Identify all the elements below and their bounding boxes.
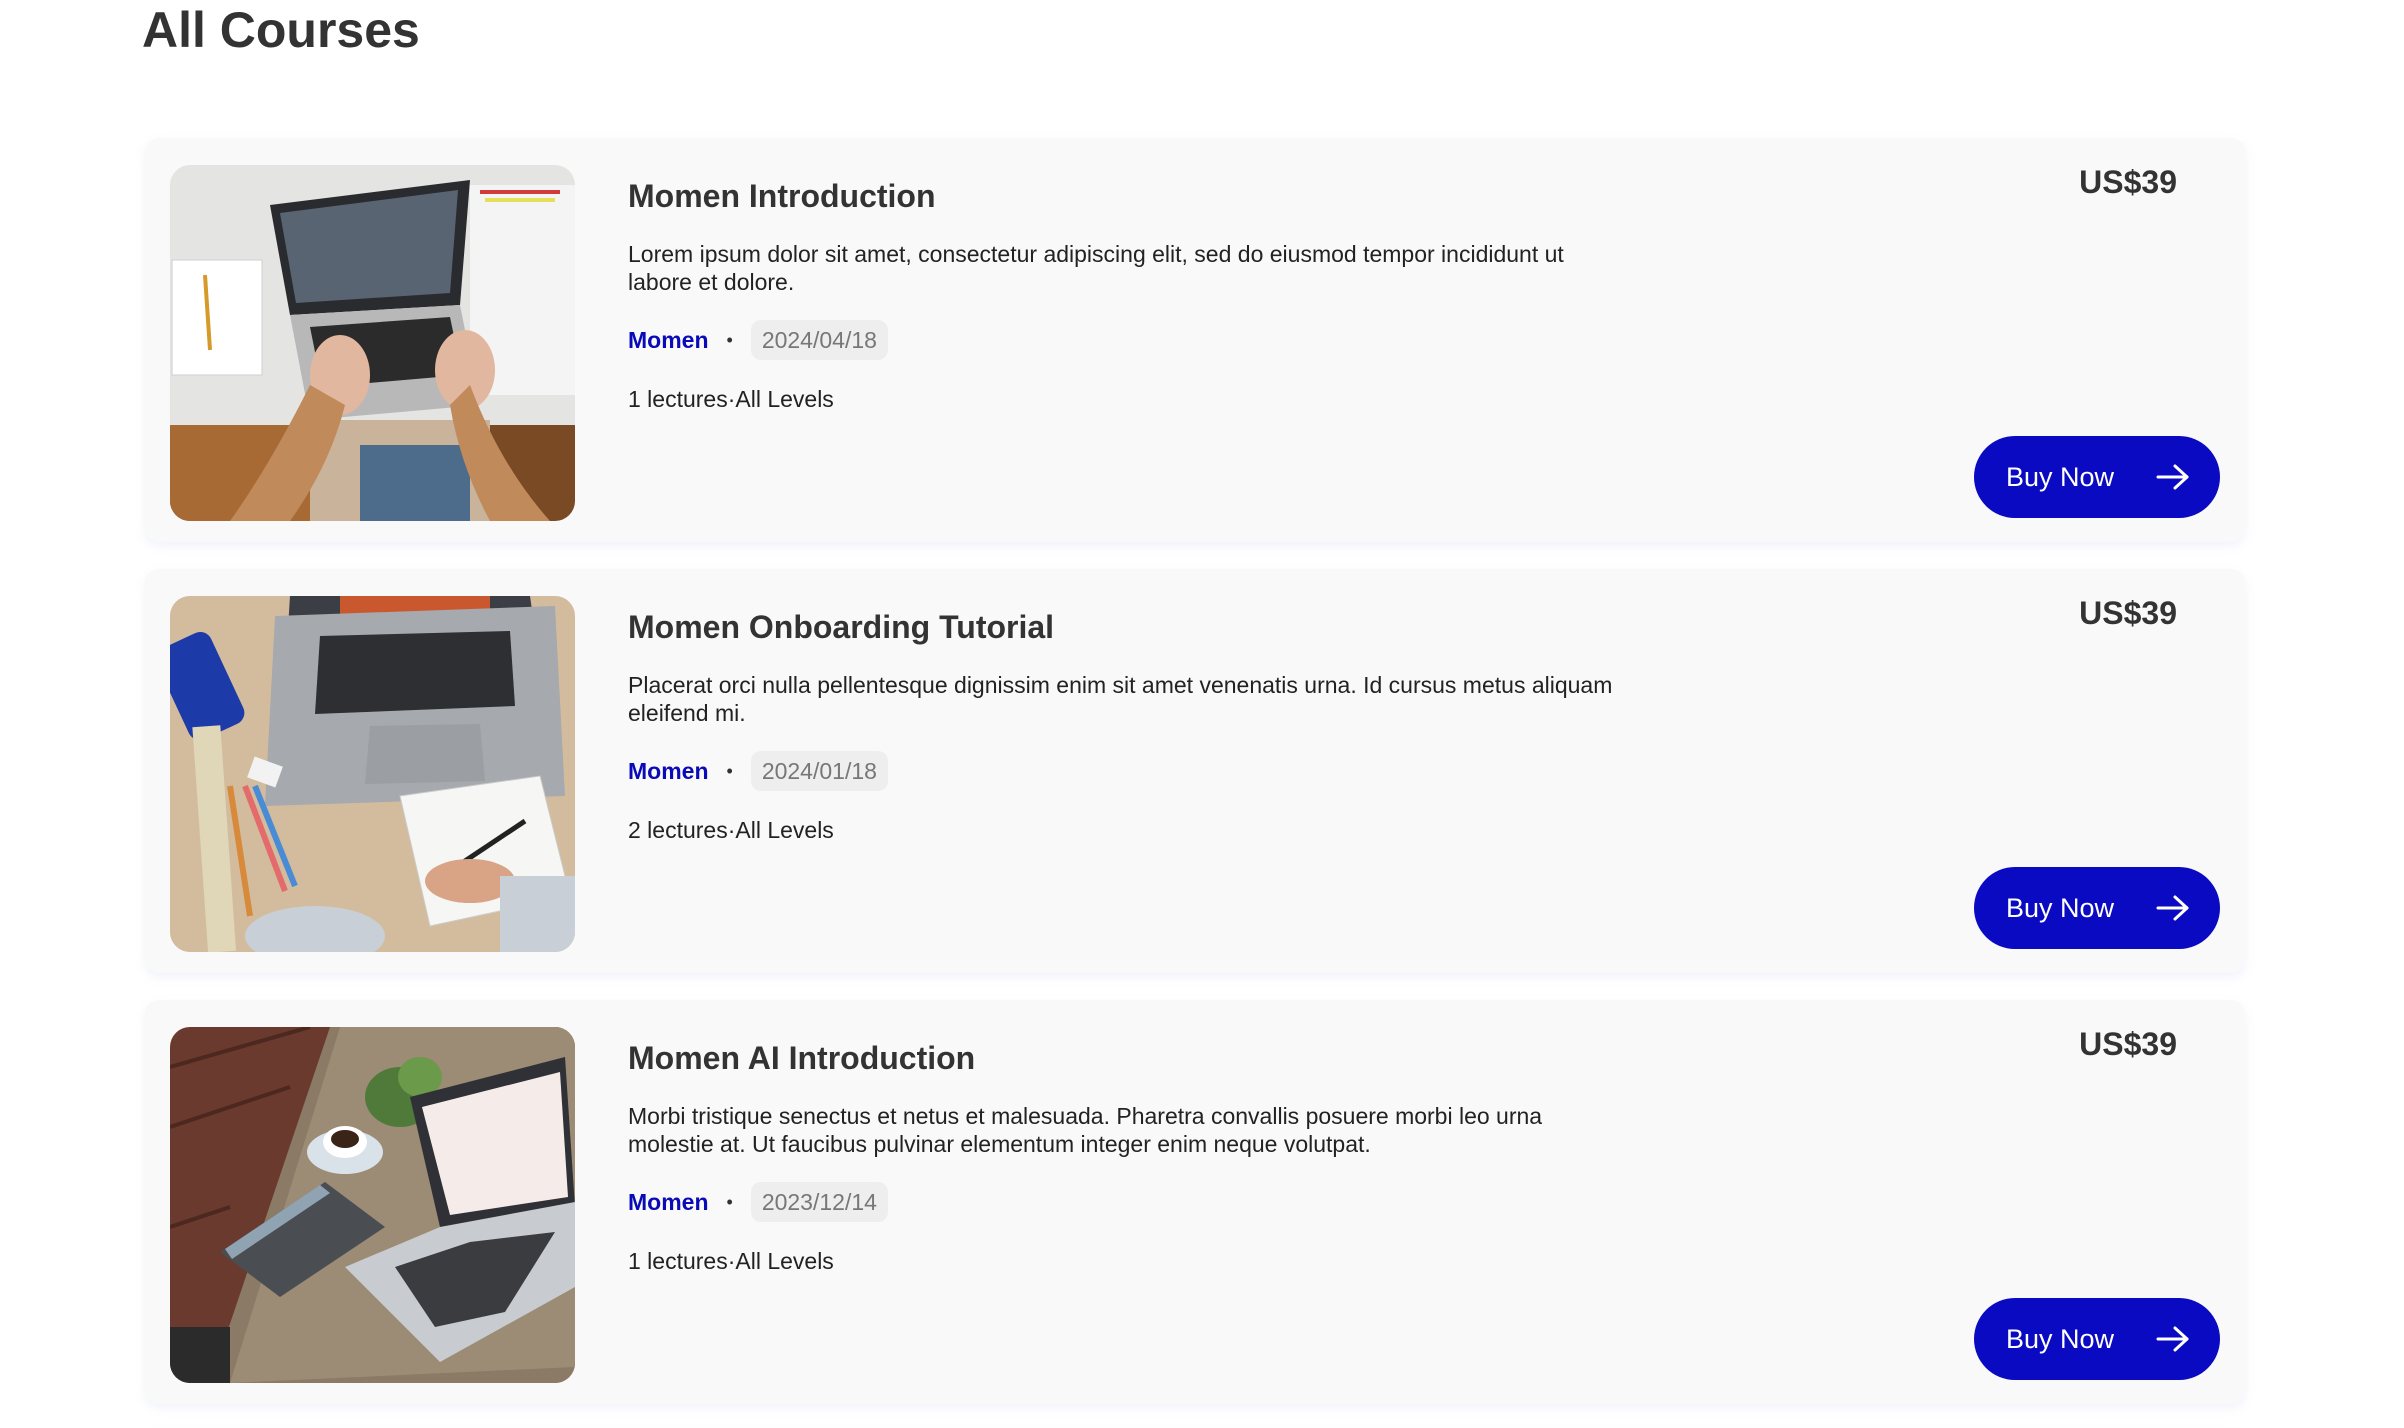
author-link[interactable]: Momen <box>628 1189 709 1216</box>
course-info: Momen AI Introduction Morbi tristique se… <box>628 1032 1628 1275</box>
lectures-info: 2 lectures·All Levels <box>628 817 834 843</box>
course-card[interactable]: Momen Introduction Lorem ipsum dolor sit… <box>145 138 2245 542</box>
author-link[interactable]: Momen <box>628 758 709 785</box>
course-thumbnail[interactable] <box>170 1027 575 1383</box>
course-card[interactable]: Momen Onboarding Tutorial Placerat orci … <box>145 569 2245 973</box>
courses-page: All Courses Momen Introduction Lorem ips… <box>0 0 2404 1428</box>
course-title[interactable]: Momen Onboarding Tutorial <box>628 607 1628 647</box>
course-price: US$39 <box>2079 1026 2177 1062</box>
laptop-coffee-table-photo <box>170 1027 575 1383</box>
date-badge: 2024/04/18 <box>750 320 888 360</box>
course-meta: Momen • 2024/01/18 <box>628 751 1628 791</box>
lectures-info: 1 lectures·All Levels <box>628 1248 834 1274</box>
buy-now-label: Buy Now <box>2006 1323 2115 1354</box>
arrow-right-icon <box>2156 895 2189 921</box>
course-meta: Momen • 2023/12/14 <box>628 1182 1628 1222</box>
buy-now-button[interactable]: Buy Now <box>1974 867 2220 949</box>
buy-now-label: Buy Now <box>2006 892 2115 923</box>
course-thumbnail[interactable] <box>170 165 575 521</box>
course-meta: Momen • 2024/04/18 <box>628 320 1628 360</box>
course-thumbnail[interactable] <box>170 596 575 952</box>
buy-now-button[interactable]: Buy Now <box>1974 436 2220 518</box>
laptop-notebook-desk-photo <box>170 596 575 952</box>
course-info: Momen Introduction Lorem ipsum dolor sit… <box>628 170 1628 413</box>
date-badge: 2023/12/14 <box>750 1182 888 1222</box>
buy-now-label: Buy Now <box>2006 461 2115 492</box>
course-info: Momen Onboarding Tutorial Placerat orci … <box>628 601 1628 844</box>
course-title[interactable]: Momen AI Introduction <box>628 1038 1628 1078</box>
separator-dot: • <box>726 329 733 350</box>
arrow-right-icon <box>2156 1326 2189 1352</box>
course-price: US$39 <box>2079 164 2177 200</box>
course-price: US$39 <box>2079 595 2177 631</box>
course-card[interactable]: Momen AI Introduction Morbi tristique se… <box>145 1000 2245 1404</box>
page-title: All Courses <box>142 2 420 58</box>
course-description: Placerat orci nulla pellentesque digniss… <box>628 672 1613 726</box>
arrow-right-icon <box>2156 464 2189 490</box>
course-title[interactable]: Momen Introduction <box>628 176 1628 216</box>
lectures-info: 1 lectures·All Levels <box>628 386 834 412</box>
separator-dot: • <box>726 760 733 781</box>
date-badge: 2024/01/18 <box>750 751 888 791</box>
course-description: Morbi tristique senectus et netus et mal… <box>628 1103 1543 1157</box>
laptop-typing-photo <box>170 165 575 521</box>
course-description: Lorem ipsum dolor sit amet, consectetur … <box>628 241 1564 295</box>
course-list: Momen Introduction Lorem ipsum dolor sit… <box>145 138 2245 1428</box>
author-link[interactable]: Momen <box>628 327 709 354</box>
separator-dot: • <box>726 1191 733 1212</box>
buy-now-button[interactable]: Buy Now <box>1974 1298 2220 1380</box>
